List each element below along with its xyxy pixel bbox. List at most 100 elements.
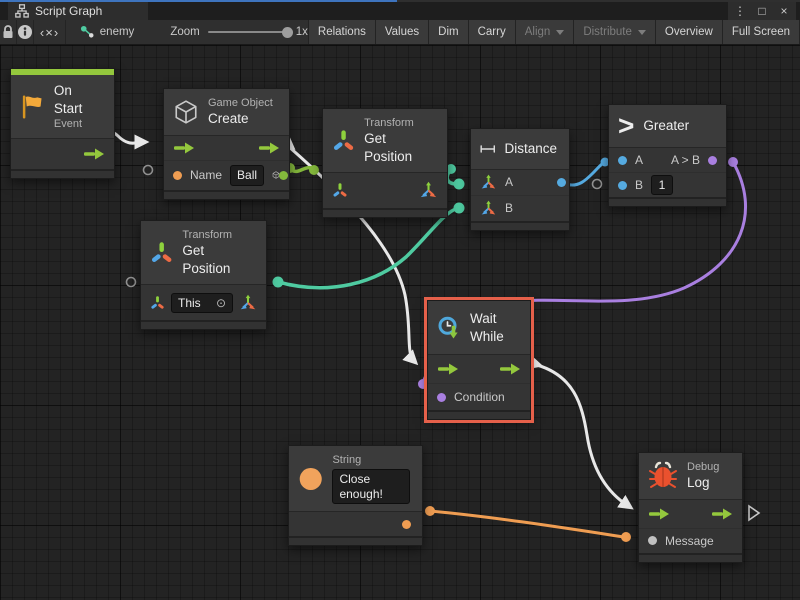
distribute-label: Distribute — [583, 26, 632, 38]
code-icon: ‹×› — [40, 25, 59, 40]
node-category: Transform — [364, 116, 435, 130]
bug-icon — [648, 461, 678, 491]
node-footer — [164, 190, 289, 199]
values-button[interactable]: Values — [376, 20, 429, 44]
node-title: On Start — [54, 82, 102, 117]
flow-input-port[interactable] — [173, 142, 195, 154]
zoom-slider[interactable] — [208, 31, 288, 33]
vector3-input-a-port[interactable] — [480, 174, 497, 191]
node-create[interactable]: Game Object Create Name Ball — [163, 88, 290, 200]
flow-output-port[interactable] — [83, 148, 105, 160]
flow-input-port[interactable] — [437, 363, 459, 375]
flag-icon — [20, 93, 45, 121]
node-title: Get Position — [182, 242, 254, 277]
message-input-port[interactable] — [648, 536, 657, 545]
node-subtitle: Event — [54, 117, 102, 131]
script-graph-window: Script Graph ⋮ □ × ‹×› — [0, 0, 800, 600]
number-input-b-port[interactable] — [618, 181, 627, 190]
node-footer — [609, 197, 726, 206]
zoom-label: Zoom — [170, 26, 199, 38]
node-log[interactable]: Debug Log Message — [638, 452, 743, 563]
node-title: Log — [687, 474, 719, 492]
message-label: Message — [665, 534, 714, 548]
node-footer — [471, 221, 569, 230]
node-footer — [428, 410, 530, 419]
transform-input-port[interactable] — [332, 182, 348, 199]
node-category: String — [332, 453, 410, 467]
toolbar: ‹×› enemy Zoom 1x Relations Values Dim C… — [0, 20, 800, 45]
flow-output-port[interactable] — [499, 363, 521, 375]
vector3-output-port[interactable] — [419, 181, 438, 200]
overview-label: Overview — [665, 26, 713, 38]
name-input-field[interactable]: Ball — [230, 165, 264, 185]
node-wait-while[interactable]: Wait While Condition — [427, 300, 531, 420]
code-view-button[interactable]: ‹×› — [34, 20, 66, 44]
output-label: A > B — [671, 153, 700, 167]
boolean-output-port[interactable] — [708, 156, 717, 165]
target-object-field[interactable]: This ⊙ — [171, 293, 233, 313]
node-footer — [323, 208, 447, 217]
node-get-position-ball[interactable]: Transform Get Position — [322, 108, 448, 218]
more-icon[interactable]: ⋮ — [732, 4, 748, 18]
toolbar-buttons: Relations Values Dim Carry Align Distrib… — [308, 20, 800, 44]
node-footer — [141, 320, 266, 329]
dim-label: Dim — [438, 26, 458, 38]
carry-button[interactable]: Carry — [469, 20, 516, 44]
node-footer — [11, 169, 114, 178]
zoom-value: 1x — [296, 26, 308, 38]
node-greater[interactable]: > Greater A A > B B 1 — [608, 104, 727, 207]
b-value: 1 — [659, 178, 666, 192]
target-value: This — [178, 296, 201, 310]
node-distance[interactable]: Distance A — [470, 128, 570, 231]
flow-output-port[interactable] — [711, 508, 733, 520]
vector3-output-port[interactable] — [239, 294, 257, 312]
fullscreen-label: Full Screen — [732, 26, 790, 38]
string-value-field[interactable]: Close enough! — [332, 469, 410, 504]
string-input-port[interactable] — [173, 171, 182, 180]
ruler-icon — [480, 142, 495, 156]
tab-script-graph[interactable]: Script Graph — [8, 2, 148, 20]
node-get-position-this[interactable]: Transform Get Position This ⊙ — [140, 220, 267, 330]
maximize-icon[interactable]: □ — [754, 4, 770, 18]
object-picker-icon[interactable]: ⊙ — [216, 296, 226, 310]
fullscreen-button[interactable]: Full Screen — [723, 20, 800, 44]
node-category: Game Object — [208, 96, 273, 110]
values-label: Values — [385, 26, 419, 38]
lock-button[interactable] — [0, 20, 17, 44]
gameobject-output-port[interactable] — [279, 171, 288, 180]
transform-input-port[interactable] — [150, 295, 165, 311]
name-value: Ball — [237, 168, 257, 182]
node-category: Transform — [182, 228, 254, 242]
info-button[interactable] — [17, 20, 34, 44]
overview-button[interactable]: Overview — [656, 20, 723, 44]
relations-label: Relations — [318, 26, 366, 38]
cube-icon — [173, 99, 199, 125]
lock-icon — [1, 24, 15, 40]
graph-hierarchy-icon — [15, 4, 29, 18]
chevron-down-icon — [556, 30, 564, 35]
node-on-start[interactable]: On Start Event — [10, 68, 115, 179]
input-a-label: A — [635, 153, 643, 167]
b-value-field[interactable]: 1 — [651, 175, 673, 195]
number-output-port[interactable] — [557, 178, 566, 187]
flow-output-port[interactable] — [258, 142, 280, 154]
zoom-slider-handle[interactable] — [282, 27, 293, 38]
input-a-label: A — [505, 175, 513, 189]
dim-button[interactable]: Dim — [429, 20, 468, 44]
greater-icon: > — [618, 112, 634, 140]
graph-icon — [80, 25, 95, 40]
flow-input-port[interactable] — [648, 508, 670, 520]
close-icon[interactable]: × — [776, 4, 792, 18]
string-output-port[interactable] — [402, 520, 411, 529]
align-label: Align — [525, 26, 551, 38]
zoom-control: Zoom 1x — [144, 20, 308, 44]
number-input-a-port[interactable] — [618, 156, 627, 165]
vector3-input-b-port[interactable] — [480, 200, 497, 217]
string-value: Close enough! — [339, 472, 403, 501]
info-icon — [17, 24, 33, 40]
relations-button[interactable]: Relations — [309, 20, 376, 44]
boolean-condition-port[interactable] — [437, 393, 446, 402]
node-string[interactable]: String Close enough! — [288, 445, 423, 546]
input-b-label: B — [505, 201, 513, 215]
graph-reference[interactable]: enemy — [66, 20, 145, 44]
